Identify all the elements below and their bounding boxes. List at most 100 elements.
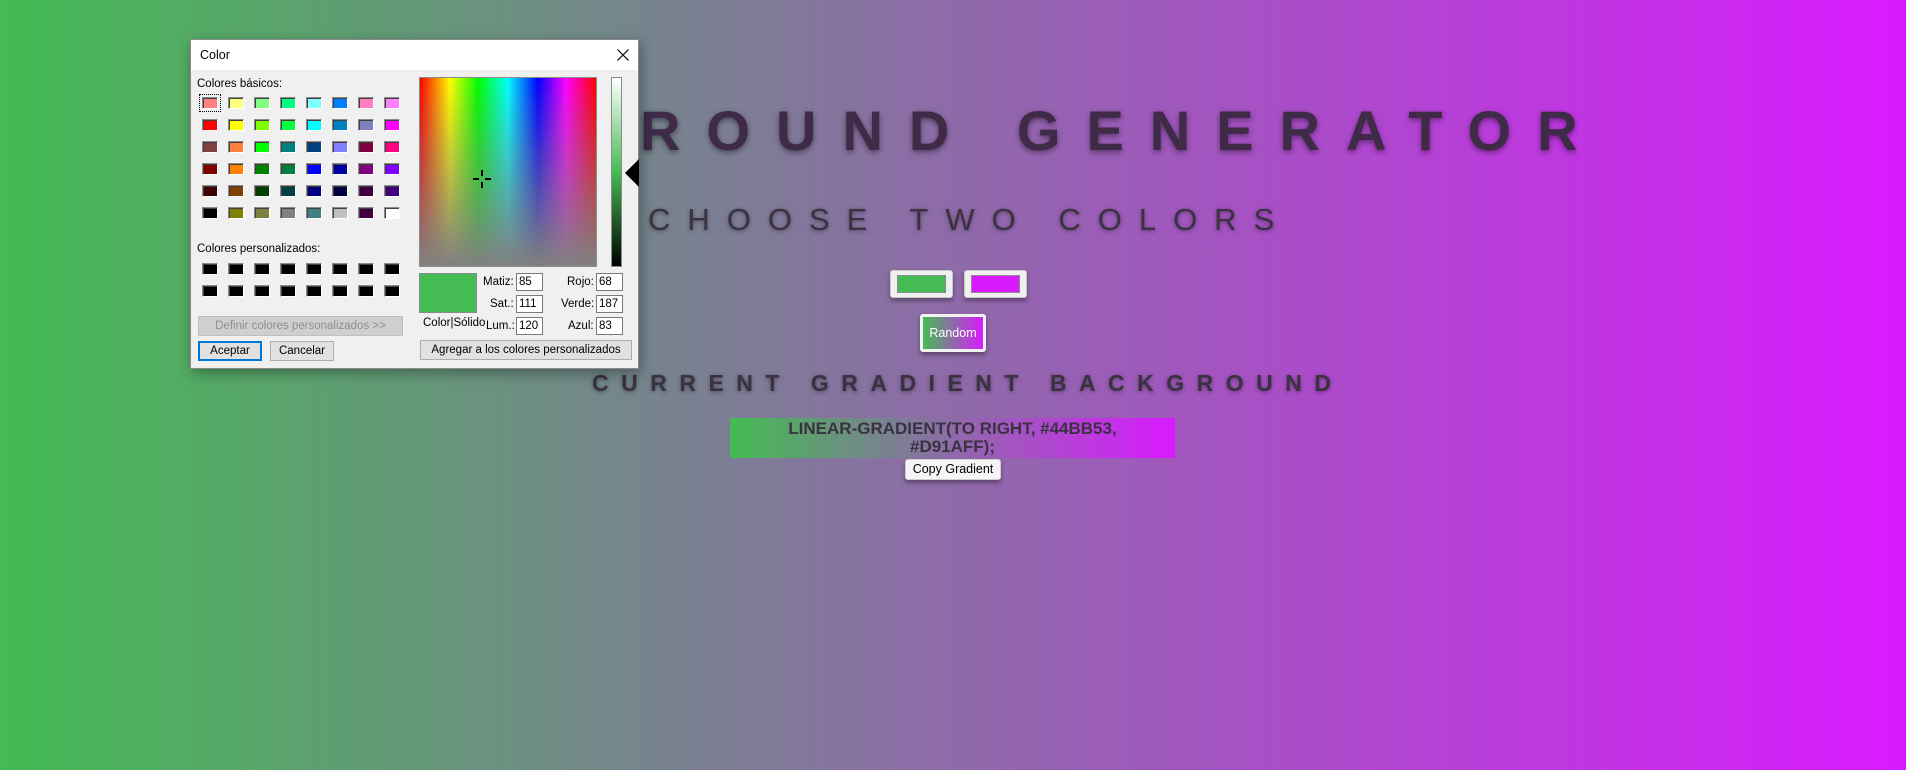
- basic-color-swatch[interactable]: [202, 185, 218, 197]
- custom-color-swatch[interactable]: [384, 285, 400, 297]
- custom-colors-label: Colores personalizados:: [197, 243, 321, 255]
- accept-button[interactable]: Aceptar: [198, 341, 262, 361]
- custom-color-swatch[interactable]: [280, 263, 296, 275]
- custom-color-swatch[interactable]: [384, 263, 400, 275]
- basic-color-swatch[interactable]: [254, 163, 270, 175]
- basic-color-swatch[interactable]: [332, 141, 348, 153]
- custom-color-swatch[interactable]: [254, 285, 270, 297]
- basic-color-swatch[interactable]: [358, 119, 374, 131]
- green-field[interactable]: 187: [596, 295, 623, 313]
- basic-color-swatch[interactable]: [358, 163, 374, 175]
- basic-color-swatch[interactable]: [332, 119, 348, 131]
- basic-color-swatch[interactable]: [254, 97, 270, 109]
- basic-color-swatch[interactable]: [358, 141, 374, 153]
- close-icon: [617, 49, 629, 61]
- basic-color-swatch[interactable]: [384, 185, 400, 197]
- lum-field[interactable]: 120: [516, 317, 543, 335]
- custom-color-swatch[interactable]: [280, 285, 296, 297]
- green-label: Verde:: [561, 298, 595, 310]
- color-dialog: Color Colores básicos: Colores personali…: [190, 39, 639, 369]
- basic-colors-grid: [199, 94, 400, 219]
- color-picker-2[interactable]: [964, 270, 1027, 298]
- custom-color-swatch[interactable]: [358, 285, 374, 297]
- cancel-button[interactable]: Cancelar: [270, 341, 334, 361]
- basic-color-swatch[interactable]: [254, 119, 270, 131]
- custom-color-swatch[interactable]: [332, 285, 348, 297]
- custom-color-swatch[interactable]: [228, 285, 244, 297]
- copy-gradient-button[interactable]: Copy Gradient: [905, 459, 1001, 480]
- page-title: ROUND GENERATOR: [640, 99, 1604, 162]
- basic-color-swatch[interactable]: [199, 94, 221, 112]
- custom-color-swatch[interactable]: [332, 263, 348, 275]
- basic-color-swatch[interactable]: [202, 163, 218, 175]
- basic-colors-label: Colores básicos:: [197, 78, 283, 90]
- basic-color-swatch[interactable]: [280, 163, 296, 175]
- basic-color-swatch[interactable]: [202, 207, 218, 219]
- dialog-titlebar[interactable]: Color: [191, 40, 638, 70]
- basic-color-swatch[interactable]: [306, 141, 322, 153]
- basic-color-swatch[interactable]: [228, 163, 244, 175]
- define-custom-colors-button[interactable]: Definir colores personalizados >>: [198, 316, 403, 336]
- custom-color-swatch[interactable]: [306, 285, 322, 297]
- custom-color-swatch[interactable]: [254, 263, 270, 275]
- add-custom-colors-button[interactable]: Agregar a los colores personalizados: [420, 340, 632, 360]
- basic-color-swatch[interactable]: [280, 97, 296, 109]
- basic-color-swatch[interactable]: [228, 97, 244, 109]
- basic-color-swatch[interactable]: [280, 119, 296, 131]
- dialog-close-button[interactable]: [608, 40, 638, 70]
- basic-color-swatch[interactable]: [384, 207, 400, 219]
- blue-label: Azul:: [568, 320, 594, 332]
- basic-color-swatch[interactable]: [280, 207, 296, 219]
- custom-color-swatch[interactable]: [228, 263, 244, 275]
- basic-color-swatch[interactable]: [384, 97, 400, 109]
- color-picker-1[interactable]: [890, 270, 953, 298]
- basic-color-swatch[interactable]: [202, 141, 218, 153]
- basic-color-swatch[interactable]: [358, 97, 374, 109]
- custom-color-swatch[interactable]: [202, 285, 218, 297]
- basic-color-swatch[interactable]: [306, 97, 322, 109]
- basic-color-swatch[interactable]: [228, 207, 244, 219]
- basic-color-swatch[interactable]: [228, 141, 244, 153]
- basic-color-swatch[interactable]: [306, 207, 322, 219]
- basic-color-swatch[interactable]: [202, 119, 218, 131]
- color-solid-label: Color|Sólido: [423, 317, 486, 329]
- color-spectrum[interactable]: [419, 77, 597, 267]
- red-label: Rojo:: [567, 276, 594, 288]
- basic-color-swatch[interactable]: [306, 119, 322, 131]
- custom-color-swatch[interactable]: [202, 263, 218, 275]
- basic-color-swatch[interactable]: [332, 97, 348, 109]
- basic-color-swatch[interactable]: [254, 141, 270, 153]
- sat-field[interactable]: 111: [516, 295, 543, 313]
- luminosity-arrow-icon[interactable]: [625, 159, 639, 187]
- basic-color-swatch[interactable]: [332, 185, 348, 197]
- basic-color-swatch[interactable]: [306, 163, 322, 175]
- basic-color-swatch[interactable]: [358, 185, 374, 197]
- gradient-css-text: LINEAR-GRADIENT(TO RIGHT, #44BB53, #D91A…: [730, 418, 1175, 458]
- basic-color-swatch[interactable]: [306, 185, 322, 197]
- blue-field[interactable]: 83: [596, 317, 623, 335]
- basic-color-swatch[interactable]: [358, 207, 374, 219]
- page-subtitle: CHOOSE TWO COLORS: [648, 202, 1292, 237]
- basic-color-swatch[interactable]: [332, 163, 348, 175]
- basic-color-swatch[interactable]: [384, 119, 400, 131]
- basic-color-swatch[interactable]: [228, 185, 244, 197]
- custom-color-swatch[interactable]: [358, 263, 374, 275]
- custom-color-swatch[interactable]: [306, 263, 322, 275]
- red-field[interactable]: 68: [596, 273, 623, 291]
- dialog-title: Color: [200, 48, 230, 62]
- basic-color-swatch[interactable]: [228, 119, 244, 131]
- basic-color-swatch[interactable]: [254, 185, 270, 197]
- hue-label: Matiz:: [483, 276, 514, 288]
- basic-color-swatch[interactable]: [384, 141, 400, 153]
- basic-color-swatch[interactable]: [280, 141, 296, 153]
- color-picker-1-swatch: [897, 275, 946, 293]
- basic-color-swatch[interactable]: [254, 207, 270, 219]
- luminosity-slider[interactable]: [611, 77, 622, 267]
- random-button[interactable]: Random: [920, 314, 986, 352]
- custom-colors-grid: [202, 263, 400, 297]
- basic-color-swatch[interactable]: [332, 207, 348, 219]
- basic-color-swatch[interactable]: [280, 185, 296, 197]
- basic-color-swatch[interactable]: [384, 163, 400, 175]
- hue-field[interactable]: 85: [516, 273, 543, 291]
- sat-label: Sat.:: [490, 298, 514, 310]
